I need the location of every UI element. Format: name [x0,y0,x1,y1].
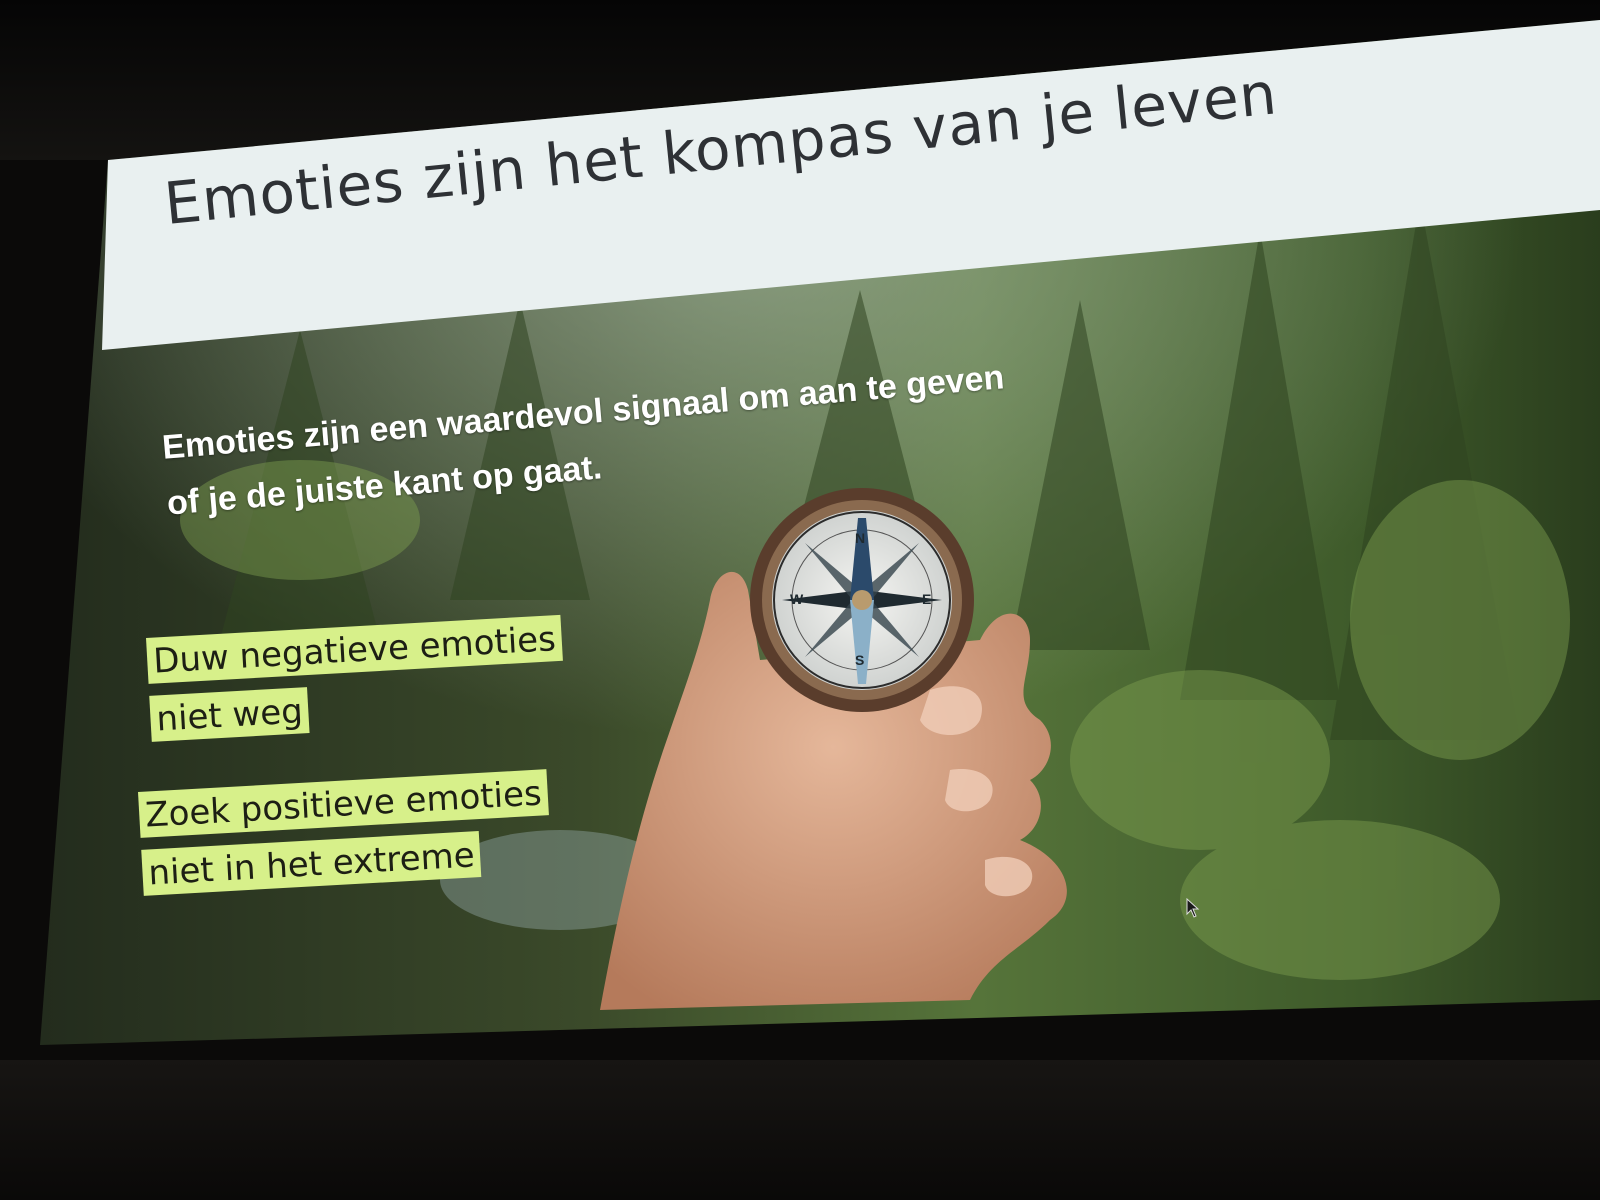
compass-letter-w: W [790,591,804,607]
compass-illustration [750,488,974,712]
compass-letter-s: S [855,652,865,668]
highlight-negative: Duw negatieve emoties niet weg [146,614,567,754]
mouse-pointer-icon [1186,898,1200,918]
highlight-positive: Zoek positieve emoties niet in het extre… [138,769,553,908]
compass-letter-e: E [922,591,932,607]
highlight-negative-line-2: niet weg [149,687,310,742]
compass-letter-n: N [855,530,866,546]
